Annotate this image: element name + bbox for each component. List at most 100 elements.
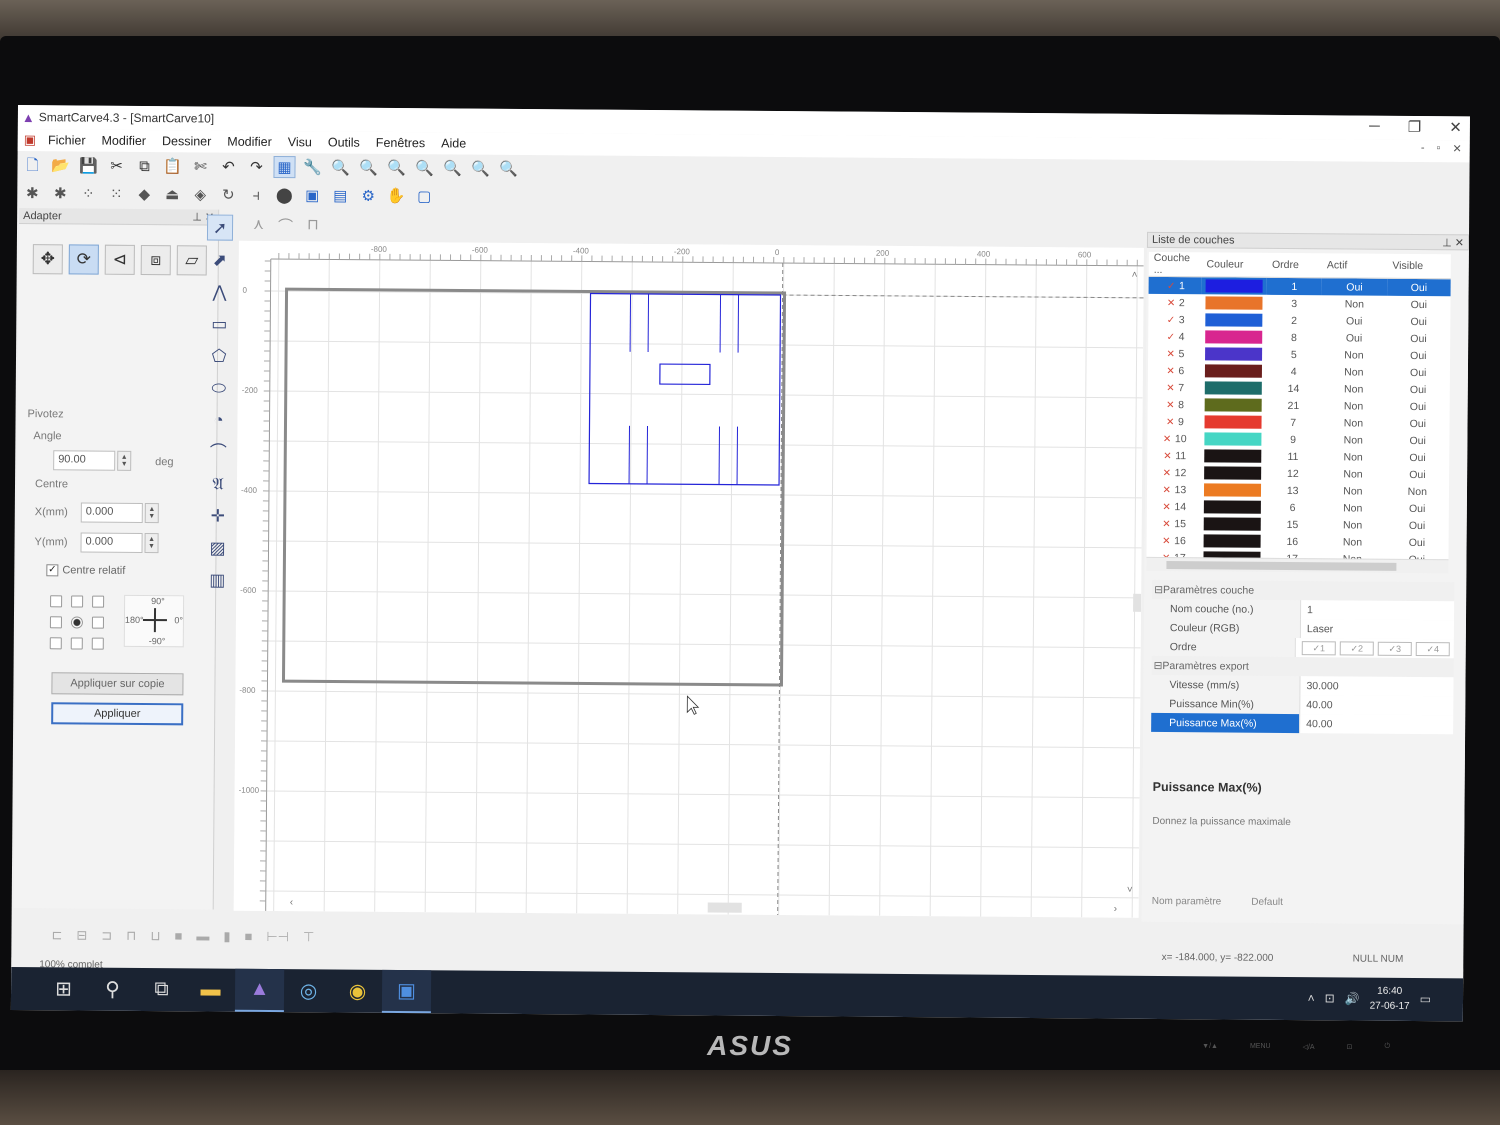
- layer-number-cell[interactable]: ✕ 15: [1147, 515, 1200, 532]
- app-taskbar-icon[interactable]: ◎: [284, 969, 333, 1012]
- align-bottom-icon[interactable]: ⊔: [150, 928, 160, 944]
- paste-icon[interactable]: 📋: [161, 155, 183, 177]
- bridge-tool-icon[interactable]: ⊓: [307, 215, 319, 236]
- same-size-icon[interactable]: ■: [244, 929, 252, 945]
- col-order[interactable]: Ordre: [1266, 252, 1323, 278]
- monitor-button[interactable]: ⏻: [1384, 1043, 1390, 1051]
- layer-visible[interactable]: Oui: [1386, 415, 1450, 432]
- preview-icon[interactable]: ▢: [413, 185, 435, 207]
- layer-active[interactable]: Non: [1320, 482, 1386, 500]
- mirror-mode-icon[interactable]: ⊲: [104, 244, 135, 275]
- align-left-icon[interactable]: ⊏: [51, 927, 62, 943]
- layer-order[interactable]: 5: [1266, 346, 1321, 363]
- menu-dessiner[interactable]: Dessiner: [154, 134, 219, 149]
- copy-icon[interactable]: ⧉: [133, 155, 155, 177]
- volume-icon[interactable]: 🔊: [1345, 991, 1360, 1005]
- apply-copy-button[interactable]: Appliquer sur copie: [51, 672, 184, 696]
- layer-number-cell[interactable]: ✕ 6: [1148, 362, 1201, 379]
- col-color[interactable]: Couleur: [1201, 252, 1268, 278]
- align-right-icon[interactable]: ⊐: [101, 928, 112, 944]
- layer-color-cell[interactable]: [1200, 430, 1266, 448]
- cross-icon[interactable]: ✕: [1167, 298, 1179, 309]
- layer-active[interactable]: Non: [1321, 363, 1387, 381]
- anchor-option[interactable]: [91, 616, 104, 629]
- array-2-icon[interactable]: ⁙: [105, 183, 127, 205]
- zoom-fit-icon[interactable]: 🔍: [385, 157, 407, 179]
- layer-active[interactable]: Non: [1321, 397, 1387, 415]
- layer-number-cell[interactable]: ✕ 11: [1147, 447, 1200, 464]
- task-view-icon[interactable]: ⧉: [137, 968, 186, 1011]
- monitor-button[interactable]: ▼/▲: [1202, 1043, 1218, 1051]
- fill-icon[interactable]: ◆: [133, 183, 155, 205]
- layer-color-cell[interactable]: [1201, 294, 1267, 312]
- polyline-icon[interactable]: ⋀: [206, 278, 232, 304]
- text-icon[interactable]: 𝔄: [205, 470, 231, 496]
- layer-order[interactable]: 15: [1265, 516, 1320, 533]
- layer-visible[interactable]: Oui: [1386, 364, 1450, 381]
- cross-icon[interactable]: ✕: [1162, 535, 1174, 546]
- category-export-params[interactable]: ⊟ Paramètres export: [1151, 655, 1454, 678]
- machine-icon[interactable]: ▣: [301, 184, 323, 206]
- undo-icon[interactable]: ↶: [217, 156, 239, 178]
- layer-order[interactable]: 16: [1265, 533, 1320, 550]
- mirror-icon[interactable]: ⫞: [245, 184, 267, 206]
- h-scroll-thumb[interactable]: [707, 902, 742, 913]
- y-input[interactable]: 0.000: [80, 532, 143, 553]
- x-input[interactable]: 0.000: [80, 502, 143, 523]
- gear-icon[interactable]: ⚙: [357, 185, 379, 207]
- design-shape[interactable]: [588, 292, 782, 486]
- layer-color-cell[interactable]: [1201, 379, 1267, 397]
- cross-icon[interactable]: ✕: [1166, 366, 1178, 377]
- export-icon[interactable]: ▤: [329, 184, 351, 206]
- cross-icon[interactable]: ✕: [1163, 468, 1175, 479]
- layer-visible[interactable]: Non: [1386, 483, 1450, 500]
- scroll-down-arrow[interactable]: ˅: [1127, 885, 1133, 896]
- layer-color-cell[interactable]: [1199, 532, 1265, 550]
- layer-color-cell[interactable]: [1200, 396, 1266, 414]
- rotate-mode-icon[interactable]: ⟳: [68, 244, 99, 275]
- layer-color-cell[interactable]: [1201, 362, 1267, 380]
- layer-visible[interactable]: Oui: [1387, 313, 1451, 330]
- settings-wrench-icon[interactable]: 🔧: [301, 156, 323, 178]
- anchor-option[interactable]: [71, 595, 84, 608]
- layer-order[interactable]: 1: [1266, 277, 1322, 296]
- search-icon[interactable]: ⚲: [88, 968, 137, 1011]
- prop-value[interactable]: 40.00: [1299, 695, 1454, 716]
- layer-color-cell[interactable]: [1200, 447, 1266, 465]
- layer-active[interactable]: Oui: [1321, 312, 1387, 330]
- layer-number-cell[interactable]: ✓ 4: [1148, 328, 1201, 345]
- prop-value[interactable]: Laser: [1299, 619, 1454, 640]
- select-arrow-icon[interactable]: ➚: [206, 214, 234, 241]
- check-icon[interactable]: ✓: [1167, 332, 1179, 343]
- relative-centre-checkbox[interactable]: ✓: [46, 564, 59, 577]
- scroll-left-arrow[interactable]: ‹: [290, 897, 293, 908]
- layer-visible[interactable]: Oui: [1387, 296, 1451, 313]
- v-scroll-thumb[interactable]: [1133, 593, 1142, 612]
- layer-active[interactable]: Non: [1322, 295, 1388, 313]
- layer-number-cell[interactable]: ✕ 9: [1147, 413, 1200, 430]
- layer-number-cell[interactable]: ✕ 14: [1147, 498, 1200, 515]
- layer-active[interactable]: Oui: [1321, 329, 1387, 347]
- stop-icon[interactable]: ⬤: [273, 184, 295, 206]
- layer-order[interactable]: 8: [1266, 329, 1321, 346]
- layer-color-cell[interactable]: [1201, 276, 1267, 295]
- layer-active[interactable]: Non: [1321, 346, 1387, 364]
- layer-color-cell[interactable]: [1200, 464, 1266, 482]
- layer-order[interactable]: 7: [1266, 414, 1321, 431]
- check-icon[interactable]: ✓: [1167, 281, 1179, 292]
- order-option[interactable]: ✓2: [1339, 640, 1374, 656]
- layer-visible[interactable]: Oui: [1385, 517, 1449, 534]
- angle-input[interactable]: 90.00: [53, 450, 116, 471]
- skew-mode-icon[interactable]: ▱: [176, 245, 207, 276]
- same-width-icon[interactable]: ▬: [196, 928, 209, 944]
- layer-order[interactable]: 4: [1266, 363, 1321, 380]
- layer-visible[interactable]: Oui: [1385, 534, 1449, 551]
- layer-color-cell[interactable]: [1200, 481, 1266, 499]
- angle-compass[interactable]: 90° 180° 0° -90°: [123, 594, 185, 648]
- cross-icon[interactable]: ✕: [1166, 400, 1178, 411]
- polygon-icon[interactable]: ⬠: [206, 342, 232, 368]
- layer-number-cell[interactable]: ✓ 3: [1148, 311, 1201, 328]
- file-explorer-icon[interactable]: ▬: [186, 968, 235, 1011]
- cross-icon[interactable]: ✕: [1163, 485, 1175, 496]
- drawing-canvas[interactable]: -800 -600 -400 -200 0 200 400 600 0 -200 -400 -600…: [233, 240, 1144, 918]
